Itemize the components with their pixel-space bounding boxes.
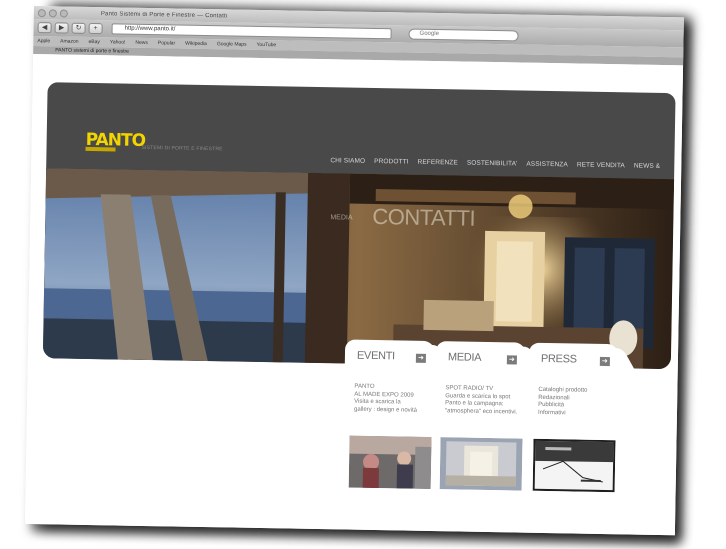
address-bar[interactable]: http://www.panto.it/	[111, 23, 392, 40]
panel-text: SPOT RADIO/ TV Guarda e scarica lo spot …	[445, 385, 534, 417]
forward-arrow-icon[interactable]: ▶	[54, 22, 69, 34]
arrow-right-icon[interactable]: ➜	[599, 356, 610, 367]
web-page: PANTO SISTEMI DI PORTE E FINESTRE CHI SI…	[24, 53, 684, 536]
site-container: PANTO SISTEMI DI PORTE E FINESTRE CHI SI…	[41, 82, 678, 493]
bookmark-item[interactable]: News	[135, 40, 148, 46]
bookmark-item[interactable]: Google Maps	[217, 41, 247, 48]
media-thumbnail[interactable]	[439, 437, 523, 491]
panel-title[interactable]: EVENTI	[357, 350, 395, 363]
panel-press: PRESS ➜ Cataloghi prodotto Redazionali P…	[527, 342, 620, 493]
panel-title[interactable]: PRESS	[541, 353, 577, 366]
bookmark-item[interactable]: Wikipedia	[185, 41, 207, 47]
eventi-thumbnail[interactable]	[348, 435, 432, 489]
browser-tab[interactable]: PANTO sistemi di porte e finestre	[55, 47, 129, 54]
bookmark-item[interactable]: eBay	[88, 39, 100, 45]
bookmark-item[interactable]: Amazon	[60, 38, 78, 44]
nav-item-assistenza[interactable]: ASSISTENZA	[526, 161, 568, 169]
panel-line[interactable]: "atmosphera" eco incentivi.	[445, 408, 533, 417]
nav-item-chi-siamo[interactable]: CHI SIAMO	[330, 157, 365, 165]
nav-item-news[interactable]: NEWS &	[634, 162, 660, 169]
press-thumbnail[interactable]	[532, 438, 616, 493]
bookmark-item[interactable]: YouTube	[257, 42, 277, 48]
nav-item-referenze[interactable]: REFERENZE	[418, 159, 458, 167]
back-arrow-icon[interactable]: ◀	[37, 22, 52, 34]
panel-media: MEDIA ➜ SPOT RADIO/ TV Guarda e scarica …	[434, 341, 527, 491]
nav-item-prodotti[interactable]: PRODOTTI	[374, 158, 409, 166]
panel-line[interactable]: gallery : design e novità	[354, 406, 442, 415]
arrow-right-icon[interactable]: ➜	[415, 353, 426, 363]
bookmark-item[interactable]: Apple	[37, 38, 50, 44]
nav-item-rete-vendita[interactable]: RETE VENDITA	[577, 161, 625, 169]
nav-item-sostenibilita[interactable]: SOSTENIBILITA'	[467, 160, 518, 168]
bookmark-item[interactable]: Yahoo!	[110, 39, 126, 45]
add-bookmark-icon[interactable]: +	[88, 22, 103, 35]
hero-title: CONTATTI	[372, 203, 476, 231]
hero-media-label: MEDIA	[330, 214, 353, 222]
reload-icon[interactable]: ↻	[71, 22, 86, 34]
minimize-window-icon[interactable]	[48, 8, 57, 17]
panel-text: Cataloghi prodotto Redazionali Pubblicit…	[538, 387, 627, 419]
bookmark-item[interactable]: Popular	[158, 40, 175, 46]
browser-window: Panto Sistemi di Porte e Finestre — Cont…	[24, 6, 684, 536]
zoom-window-icon[interactable]	[59, 8, 68, 18]
screenshot-stage: Panto Sistemi di Porte e Finestre — Cont…	[0, 0, 726, 549]
search-field[interactable]: Google	[408, 28, 519, 42]
panel-eventi: EVENTI ➜ PANTO AL MADE EXPO 2009 Visita …	[343, 339, 436, 489]
panel-line[interactable]: Informativi	[538, 409, 626, 418]
panel-text: PANTO AL MADE EXPO 2009 Visita e scarica…	[354, 384, 443, 416]
logo-underline	[85, 146, 116, 152]
panel-title[interactable]: MEDIA	[448, 351, 482, 364]
site-tagline: SISTEMI DI PORTE E FINESTRE	[141, 144, 223, 153]
main-nav: CHI SIAMO PRODOTTI REFERENZE SOSTENIBILI…	[330, 157, 660, 170]
close-window-icon[interactable]	[37, 8, 46, 17]
info-panels: EVENTI ➜ PANTO AL MADE EXPO 2009 Visita …	[343, 339, 675, 493]
arrow-right-icon[interactable]: ➜	[506, 355, 517, 365]
